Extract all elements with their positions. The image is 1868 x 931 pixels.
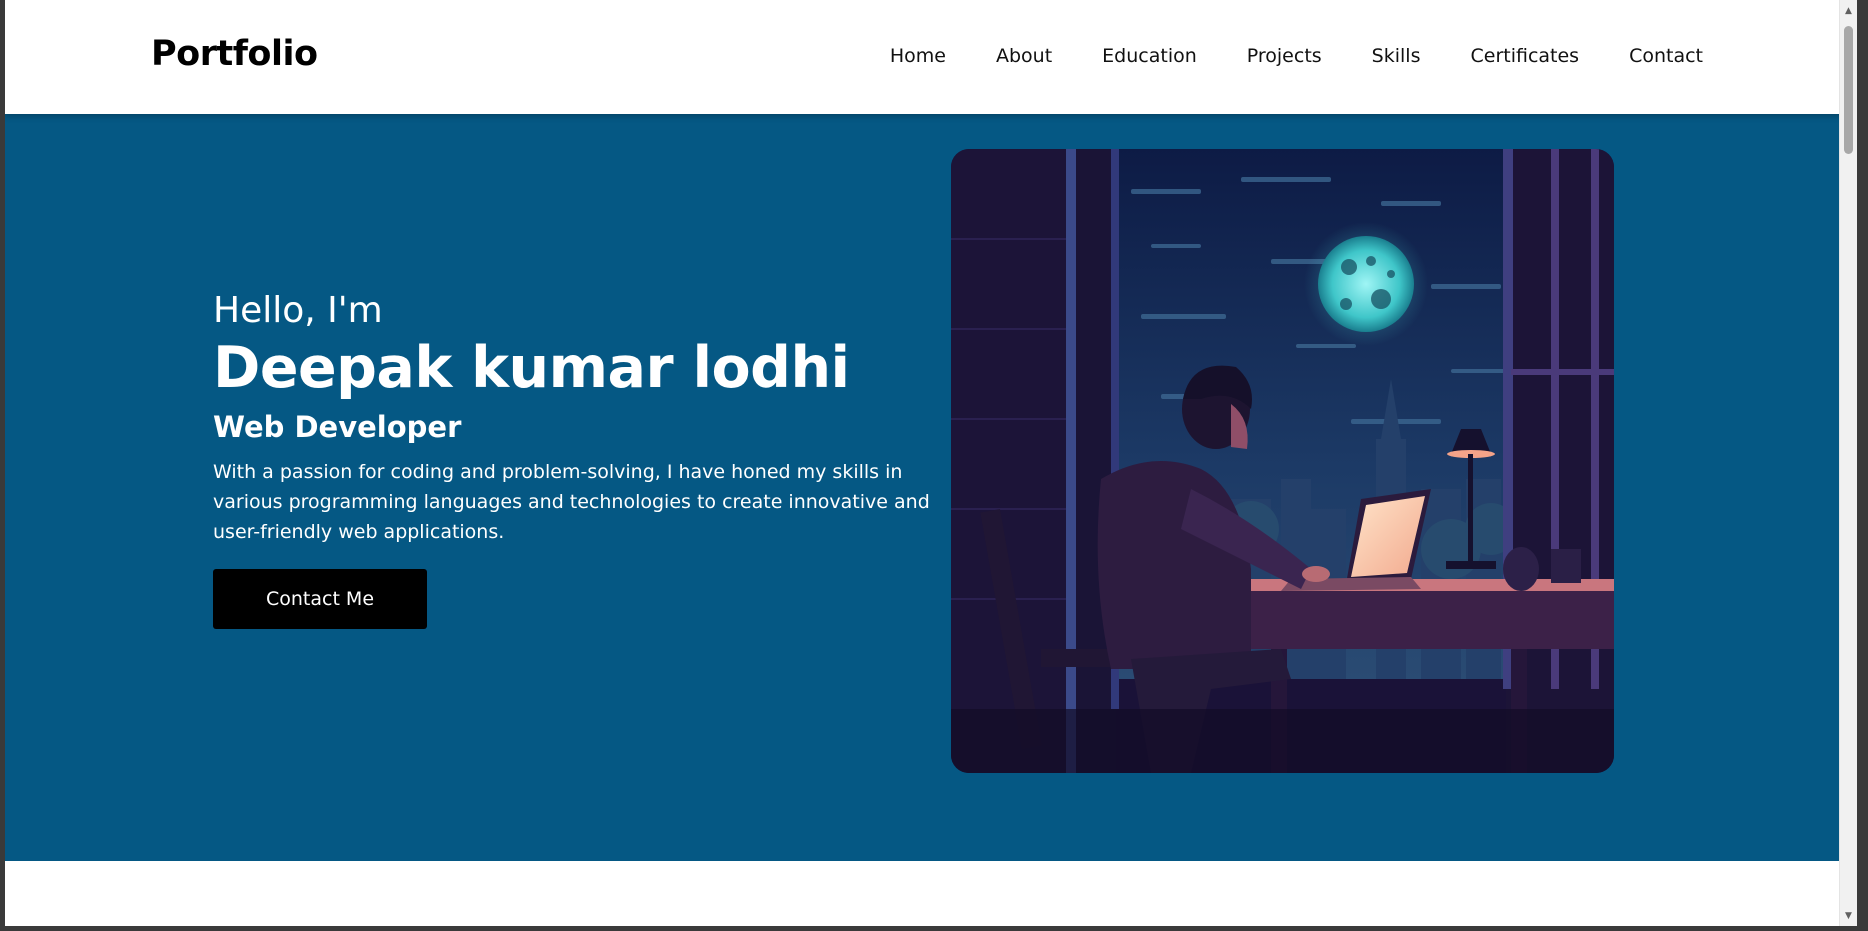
nav-certificates[interactable]: Certificates: [1470, 45, 1579, 67]
hero-bio: With a passion for coding and problem-so…: [213, 460, 930, 543]
browser-viewport: Portfolio Home About Education Projects …: [5, 0, 1857, 926]
brand-logo[interactable]: Portfolio: [151, 34, 318, 74]
hero-illustration: [951, 149, 1614, 773]
chevron-down-icon[interactable]: ▼: [1840, 907, 1857, 924]
page-scrollbar[interactable]: ▲ ▼: [1839, 0, 1857, 926]
nav-about[interactable]: About: [996, 45, 1052, 67]
hero-section: Hello, I'm Deepak kumar lodhi Web Develo…: [5, 114, 1847, 861]
scrollbar-thumb[interactable]: [1844, 26, 1853, 154]
chevron-up-icon[interactable]: ▲: [1840, 2, 1857, 19]
nav-projects[interactable]: Projects: [1247, 45, 1322, 67]
nav-skills[interactable]: Skills: [1372, 45, 1421, 67]
nav-education[interactable]: Education: [1102, 45, 1197, 67]
hero-greeting: Hello, I'm: [213, 290, 383, 331]
site-header: Portfolio Home About Education Projects …: [5, 0, 1847, 114]
contact-me-button[interactable]: Contact Me: [213, 568, 427, 629]
hero-text: Hello, I'm Deepak kumar lodhi Web Develo…: [213, 289, 943, 629]
nav-home[interactable]: Home: [890, 45, 946, 67]
main-nav: Home About Education Projects Skills Cer…: [840, 45, 1703, 67]
hero-role: Web Developer: [213, 409, 462, 444]
hero-name: Deepak kumar lodhi: [213, 335, 850, 402]
nav-contact[interactable]: Contact: [1629, 45, 1703, 67]
